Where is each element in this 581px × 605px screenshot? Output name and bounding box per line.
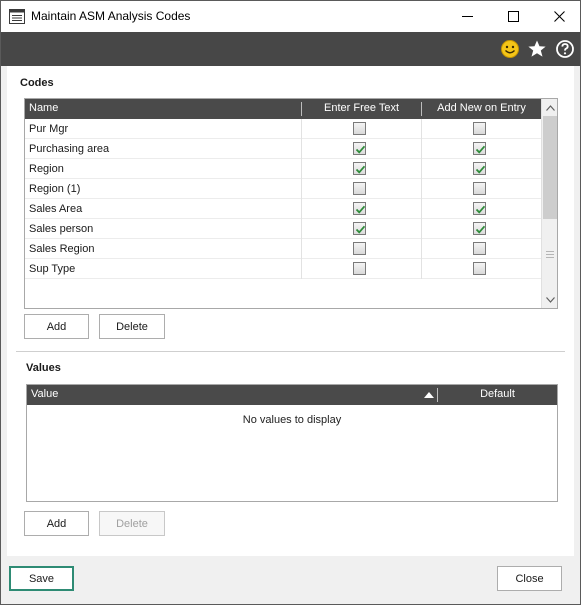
column-header-value[interactable]: Value xyxy=(31,385,58,405)
table-row[interactable]: Region xyxy=(25,159,541,179)
add-new-on-entry-checkbox[interactable] xyxy=(473,242,486,255)
column-separator xyxy=(421,219,422,239)
maximize-icon xyxy=(507,11,519,22)
column-header-default[interactable]: Default xyxy=(438,385,557,405)
toolbar xyxy=(1,32,580,66)
values-empty-message: No values to display xyxy=(242,414,342,426)
star-icon[interactable] xyxy=(527,39,547,59)
column-header-add-new-on-entry[interactable]: Add New on Entry xyxy=(422,99,541,119)
code-name-cell: Sales person xyxy=(29,223,94,235)
table-row[interactable]: Sales Area xyxy=(25,199,541,219)
maintain-asm-analysis-codes-window: Maintain ASM Analysis Codes Codes Name E… xyxy=(0,0,581,605)
column-separator xyxy=(421,259,422,279)
section-divider xyxy=(16,351,565,353)
enter-free-text-checkbox[interactable] xyxy=(353,122,366,135)
sort-ascending-icon xyxy=(424,392,434,398)
column-separator xyxy=(301,179,302,199)
enter-free-text-checkbox[interactable] xyxy=(353,142,366,155)
codes-vertical-scrollbar[interactable] xyxy=(541,99,557,308)
scroll-up-button[interactable] xyxy=(542,99,557,116)
code-name-cell: Sup Type xyxy=(29,263,76,275)
enter-free-text-checkbox[interactable] xyxy=(353,262,366,275)
values-grid-header: Value Default xyxy=(27,385,557,405)
close-icon xyxy=(553,11,565,22)
scroll-grip-icon xyxy=(546,251,554,258)
values-grid: Value Default No values to display xyxy=(26,384,558,502)
table-row[interactable]: Sales Region xyxy=(25,239,541,259)
column-separator xyxy=(301,159,302,179)
code-name-cell: Sales Area xyxy=(29,203,83,215)
column-separator xyxy=(301,139,302,159)
code-name-cell: Pur Mgr xyxy=(29,123,69,135)
enter-free-text-checkbox[interactable] xyxy=(353,162,366,175)
code-name-cell: Region xyxy=(29,163,64,175)
close-window-button[interactable] xyxy=(536,1,581,32)
codes-grid-header: Name Enter Free Text Add New on Entry xyxy=(25,99,541,119)
enter-free-text-checkbox[interactable] xyxy=(353,202,366,215)
table-row[interactable]: Purchasing area xyxy=(25,139,541,159)
column-separator xyxy=(301,259,302,279)
add-new-on-entry-checkbox[interactable] xyxy=(473,182,486,195)
minimize-button[interactable] xyxy=(444,1,490,32)
column-separator xyxy=(301,119,302,139)
enter-free-text-checkbox[interactable] xyxy=(353,242,366,255)
values-section-title: Values xyxy=(26,362,61,374)
add-new-on-entry-checkbox[interactable] xyxy=(473,122,486,135)
column-separator xyxy=(421,139,422,159)
code-name-cell: Region (1) xyxy=(29,183,81,195)
window-title: Maintain ASM Analysis Codes xyxy=(31,9,191,23)
table-row[interactable]: Pur Mgr xyxy=(25,119,541,139)
codes-grid: Name Enter Free Text Add New on Entry Pu… xyxy=(24,98,558,309)
column-separator xyxy=(421,199,422,219)
help-icon[interactable] xyxy=(555,39,575,59)
title-bar: Maintain ASM Analysis Codes xyxy=(1,1,580,32)
add-new-on-entry-checkbox[interactable] xyxy=(473,142,486,155)
table-row[interactable]: Region (1) xyxy=(25,179,541,199)
dialog-footer: Save Close xyxy=(1,556,580,604)
add-new-on-entry-checkbox[interactable] xyxy=(473,222,486,235)
column-header-name[interactable]: Name xyxy=(29,99,58,119)
scroll-thumb[interactable] xyxy=(543,116,557,219)
codes-delete-button[interactable]: Delete xyxy=(99,314,165,339)
chevron-down-icon xyxy=(545,296,555,303)
chevron-up-icon xyxy=(545,104,555,111)
column-separator xyxy=(421,179,422,199)
smiley-face-icon[interactable] xyxy=(500,39,520,59)
code-name-cell: Sales Region xyxy=(29,243,95,255)
column-separator xyxy=(421,119,422,139)
maximize-button[interactable] xyxy=(490,1,536,32)
values-add-button[interactable]: Add xyxy=(24,511,89,536)
scroll-down-button[interactable] xyxy=(542,291,557,308)
column-separator xyxy=(421,239,422,259)
app-window-icon xyxy=(9,9,25,24)
column-header-enter-free-text[interactable]: Enter Free Text xyxy=(302,99,421,119)
add-new-on-entry-checkbox[interactable] xyxy=(473,162,486,175)
column-separator xyxy=(301,239,302,259)
enter-free-text-checkbox[interactable] xyxy=(353,222,366,235)
add-new-on-entry-checkbox[interactable] xyxy=(473,202,486,215)
code-name-cell: Purchasing area xyxy=(29,143,110,155)
column-separator xyxy=(301,199,302,219)
values-delete-button: Delete xyxy=(99,511,165,536)
codes-add-button[interactable]: Add xyxy=(24,314,89,339)
table-row[interactable]: Sup Type xyxy=(25,259,541,279)
column-separator xyxy=(301,219,302,239)
add-new-on-entry-checkbox[interactable] xyxy=(473,262,486,275)
save-button[interactable]: Save xyxy=(9,566,74,591)
close-button[interactable]: Close xyxy=(497,566,562,591)
codes-section-title: Codes xyxy=(20,77,54,89)
content-panel: Codes Name Enter Free Text Add New on En… xyxy=(7,66,574,556)
minimize-icon xyxy=(461,16,473,17)
table-row[interactable]: Sales person xyxy=(25,219,541,239)
column-separator xyxy=(421,159,422,179)
enter-free-text-checkbox[interactable] xyxy=(353,182,366,195)
